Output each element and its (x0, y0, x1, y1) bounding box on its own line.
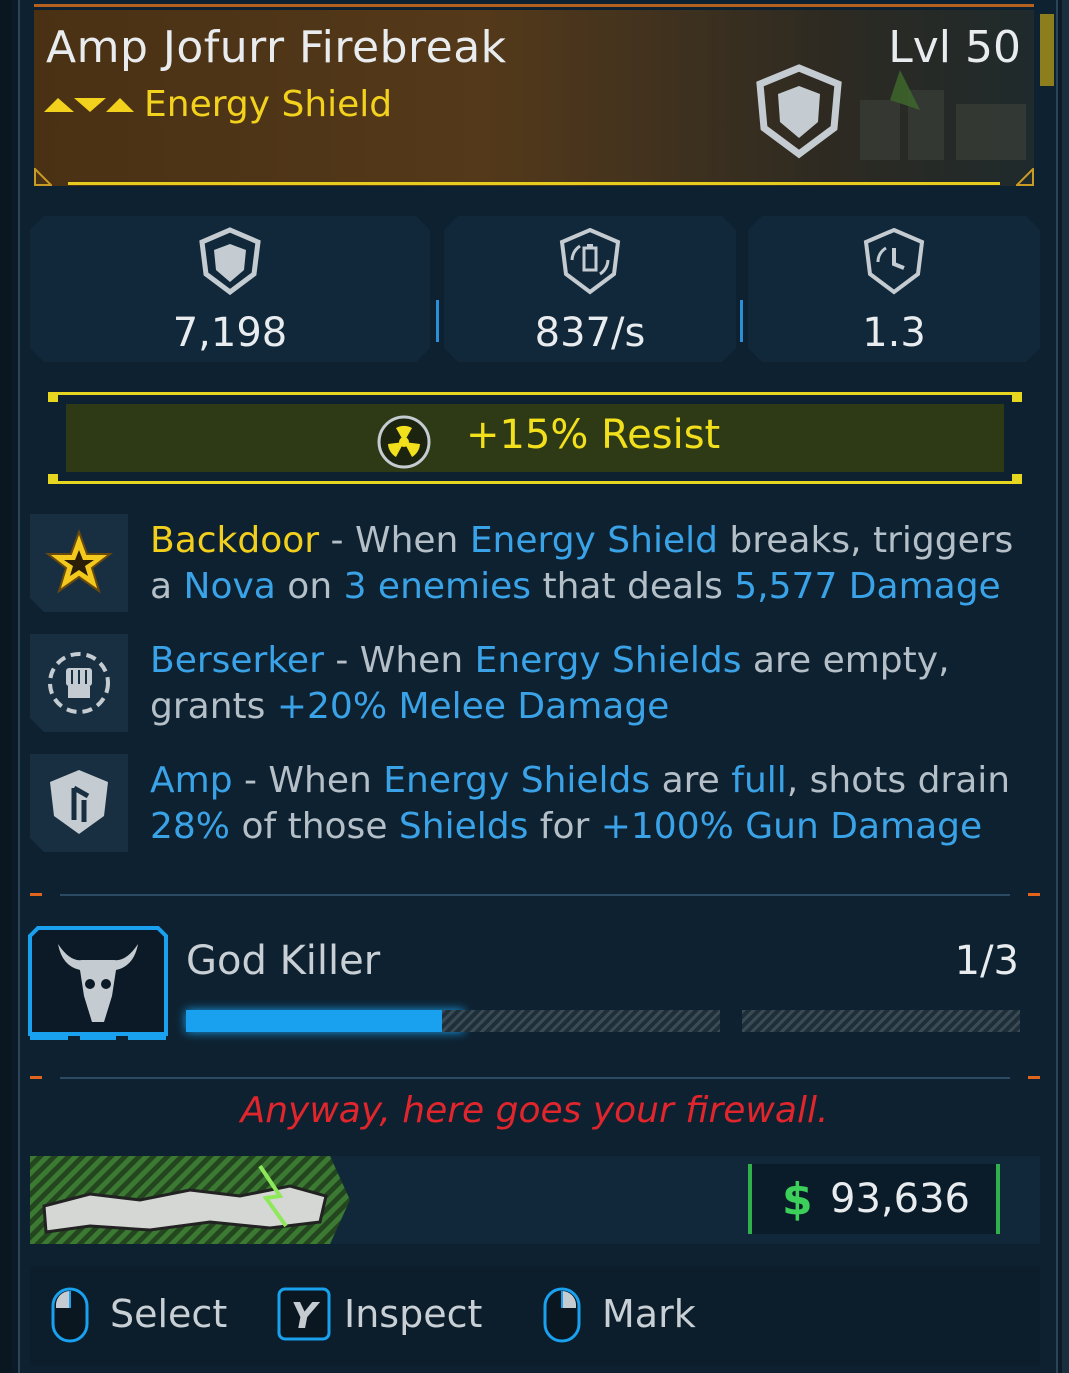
item-level: Lvl 50 (888, 22, 1021, 73)
perk-text-segment: - When (232, 760, 384, 801)
separator-tick (1028, 893, 1040, 896)
resist-corner (1012, 474, 1022, 484)
challenge-progress-segment-complete (186, 1010, 464, 1032)
perk-keyword: Nova (183, 566, 276, 607)
perk-text-segment: are (650, 760, 732, 801)
ripper-logo (30, 1156, 350, 1244)
scrollbar[interactable] (1062, 0, 1069, 1373)
header-bottom-accent (68, 182, 1000, 185)
perk-name: Berserker (150, 640, 324, 681)
perk-name: Backdoor (150, 520, 320, 561)
perk-keyword: Shields (398, 806, 529, 847)
perk-keyword: Energy Shields (383, 760, 651, 801)
action-mark-label[interactable]: Mark (602, 1292, 696, 1336)
manufacturer-graffiti-art (860, 70, 1026, 160)
perk-text-segment: that deals (531, 566, 735, 607)
perk-keyword: 28% (150, 806, 231, 847)
separator (60, 894, 1010, 896)
perk-keyword: Energy Shields (474, 640, 742, 681)
resist-text: +15% Resist (466, 412, 721, 458)
stat-divider (436, 300, 439, 342)
recharge-delay-icon (863, 227, 925, 295)
resist-corner (48, 474, 58, 484)
stat-capacity-value: 7,198 (172, 310, 288, 356)
y-key-icon[interactable]: Y (276, 1286, 332, 1344)
action-select-label[interactable]: Select (110, 1292, 227, 1336)
resist-corner (48, 392, 58, 402)
perk-berserker-text: Berserker - When Energy Shields are empt… (150, 638, 1030, 730)
perk-keyword: 5,577 Damage (734, 566, 1001, 607)
item-type: Energy Shield (144, 84, 393, 125)
challenge-count: 1/3 (954, 938, 1019, 984)
challenge-progress-segment-empty (442, 1010, 720, 1032)
perk-keyword: +100% Gun Damage (600, 806, 983, 847)
rarity-chevrons-icon (44, 98, 134, 112)
header-corner-right (1016, 168, 1034, 186)
left-rail (0, 0, 12, 1373)
challenge-progress-segment-empty (742, 1010, 1020, 1032)
rarity-side-accent (1040, 14, 1054, 86)
mouse-left-icon[interactable] (50, 1286, 90, 1344)
svg-text:Y: Y (291, 1296, 321, 1337)
perk-keyword: +20% Melee Damage (276, 686, 670, 727)
perk-name: Amp (150, 760, 233, 801)
perk-text-segment: on (275, 566, 344, 607)
perk-text-segment: , shots drain (786, 760, 1011, 801)
separator-tick (30, 1076, 42, 1079)
separator-tick (1028, 1076, 1040, 1079)
mouse-right-icon[interactable] (542, 1286, 582, 1344)
separator (60, 1077, 1010, 1079)
perk-text-segment: of those (230, 806, 399, 847)
horned-skull-icon (28, 926, 168, 1040)
star-burst-icon (45, 529, 113, 594)
flavor-text: Anyway, here goes your firewall. (240, 1090, 829, 1131)
stat-divider (740, 300, 743, 342)
resist-corner (1012, 392, 1022, 402)
perk-keyword: 3 enemies (343, 566, 532, 607)
fist-icon (48, 652, 110, 714)
item-name: Amp Jofurr Firebreak (46, 22, 507, 73)
recharge-rate-icon (559, 227, 621, 295)
header-corner-left (34, 168, 52, 186)
perk-keyword: full (731, 760, 787, 801)
amp-shield-icon (50, 770, 108, 834)
perk-amp-text: Amp - When Energy Shields are full, shot… (150, 758, 1030, 850)
price-value: 93,636 (830, 1176, 970, 1222)
perk-backdoor-text: Backdoor - When Energy Shield breaks, tr… (150, 518, 1030, 610)
radiation-icon (377, 415, 431, 469)
energy-shield-emblem-icon (756, 64, 842, 159)
perk-text-segment: - When (319, 520, 470, 561)
currency-icon: $ (782, 1174, 813, 1225)
perk-text-segment: - When (323, 640, 475, 681)
header-top-accent (34, 4, 1034, 7)
separator-tick (30, 893, 42, 896)
stat-delay-value: 1.3 (862, 310, 926, 356)
perk-keyword: Energy Shield (469, 520, 718, 561)
action-inspect-label[interactable]: Inspect (344, 1292, 482, 1336)
challenge-name: God Killer (186, 938, 381, 984)
perk-text-segment: for (528, 806, 601, 847)
stat-recharge-value: 837/s (534, 310, 646, 356)
shield-capacity-icon (199, 227, 261, 296)
